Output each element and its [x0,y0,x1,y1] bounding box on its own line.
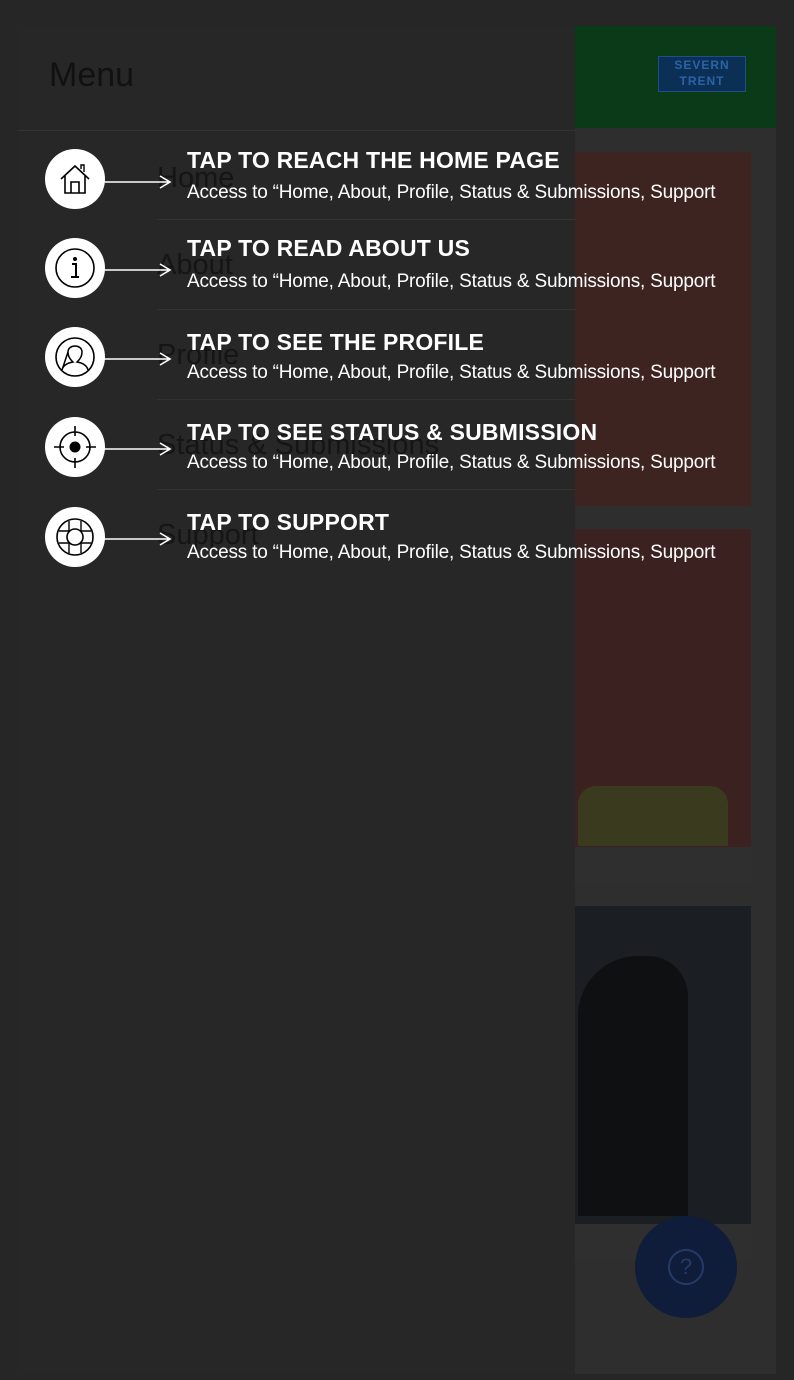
hint-description: Access to “Home, About, Profile, Status … [187,362,716,383]
lifebuoy-icon [45,507,105,567]
hint-profile: TAP TO SEE THE PROFILE Access to “Home, … [0,327,794,397]
hint-title: TAP TO SUPPORT [187,509,390,535]
hint-description: Access to “Home, About, Profile, Status … [187,542,716,563]
hint-description: Access to “Home, About, Profile, Status … [187,271,716,292]
navigation-drawer: Menu Home About Profile Status & Submiss… [18,26,575,1374]
info-icon [45,238,105,298]
home-icon [45,149,105,209]
profile-icon [45,327,105,387]
worker-vest-image [578,786,728,846]
help-button[interactable]: ? [635,1216,737,1318]
arrow-right-icon [104,532,172,546]
hint-status-submission: TAP TO SEE STATUS & SUBMISSION Access to… [0,417,794,487]
drawer-header: Menu [18,26,575,131]
arrow-right-icon [104,175,172,189]
hint-description: Access to “Home, About, Profile, Status … [187,182,716,203]
hint-title: TAP TO SEE STATUS & SUBMISSION [187,419,598,445]
worker-silhouette-image [578,956,688,1216]
hint-title: TAP TO READ ABOUT US [187,235,470,261]
hint-description: Access to “Home, About, Profile, Status … [187,452,716,473]
drawer-title: Menu [49,56,135,94]
logo-line-2: TRENT [679,74,725,88]
hint-support: TAP TO SUPPORT Access to “Home, About, P… [0,507,794,577]
logo-line-1: SEVERN [674,58,730,72]
arrow-right-icon [104,352,172,366]
hint-home: TAP TO REACH THE HOME PAGE Access to “Ho… [0,147,794,217]
target-icon [45,417,105,477]
help-icon: ? [668,1249,704,1285]
severn-trent-logo: SEVERN TRENT [658,56,746,92]
hint-title: TAP TO SEE THE PROFILE [187,329,485,355]
hint-about: TAP TO READ ABOUT US Access to “Home, Ab… [0,235,794,305]
arrow-right-icon [104,263,172,277]
hint-title: TAP TO REACH THE HOME PAGE [187,147,560,173]
app-frame: SEVERN TRENT ? Menu Home About Profile S… [18,26,776,1374]
arrow-right-icon [104,442,172,456]
